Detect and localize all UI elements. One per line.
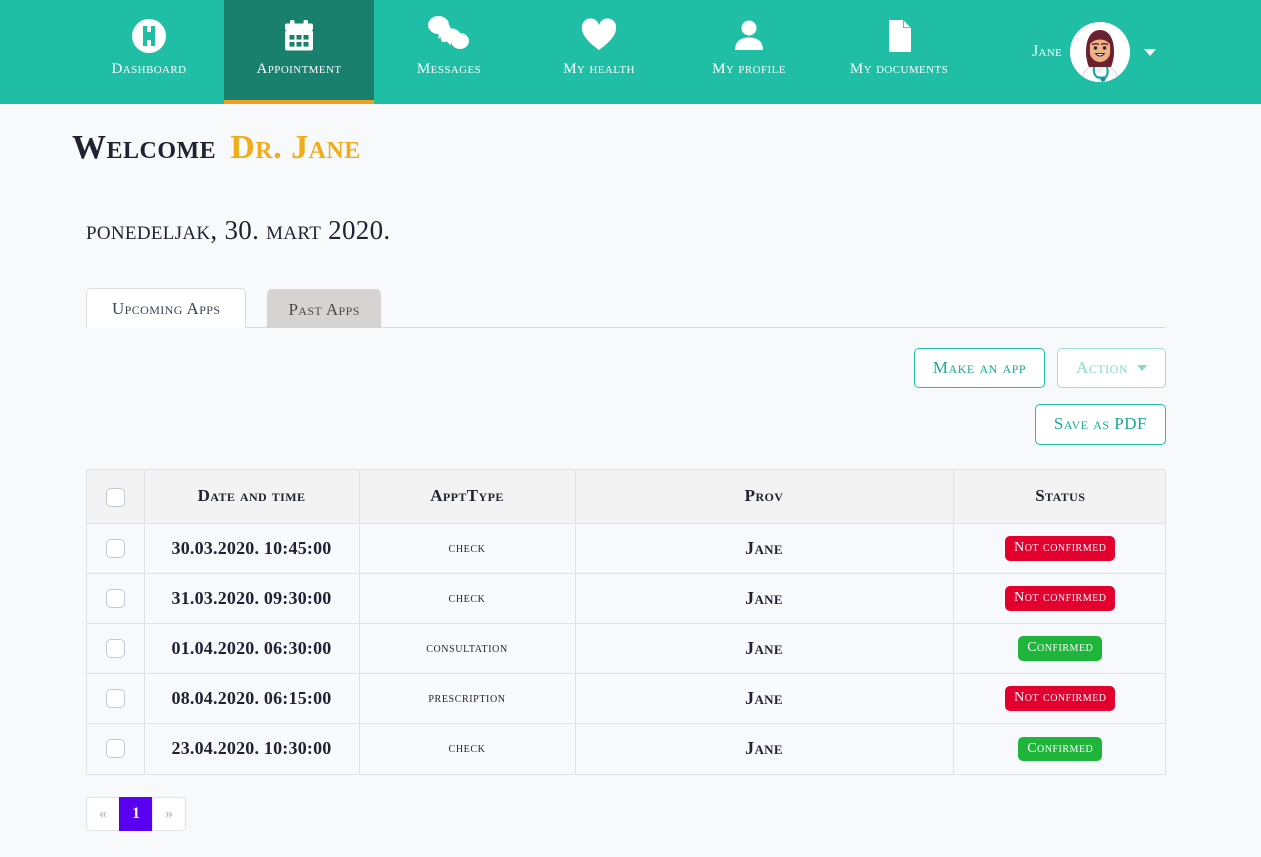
nav-item-appointment[interactable]: Appointment	[224, 0, 374, 104]
table-header: Date and time ApptType Prov Status	[87, 469, 1165, 525]
table-row[interactable]: 08.04.2020. 06:15:00 prescription Jane N…	[87, 673, 1165, 725]
row-select-cell	[87, 573, 145, 625]
cell-status: Confirmed	[953, 723, 1165, 774]
pagination: « 1 »	[86, 796, 1261, 831]
cell-prov: Jane	[575, 573, 954, 625]
nav-label-my-documents: My documents	[849, 61, 949, 77]
heart-icon	[579, 14, 619, 58]
action-dropdown-label: Action	[1076, 357, 1128, 377]
table-row[interactable]: 23.04.2020. 10:30:00 check Jane Confirme…	[87, 723, 1165, 774]
cell-prov: Jane	[575, 523, 954, 575]
appointments-table-container: Date and time ApptType Prov Status 30.03…	[86, 468, 1166, 775]
table-body: 30.03.2020. 10:45:00 check Jane Not conf…	[87, 523, 1165, 774]
toolbar-secondary: Save as PDF	[86, 404, 1166, 445]
select-all-header	[87, 469, 145, 525]
page-content: Welcome Dr. Jane ponedeljak, 30. mart 202…	[0, 104, 1261, 831]
cell-status: Not confirmed	[953, 573, 1165, 625]
tab-upcoming-apps[interactable]: Upcoming Apps	[86, 287, 247, 328]
row-checkbox[interactable]	[105, 639, 125, 659]
action-dropdown-button[interactable]: Action	[1057, 347, 1166, 389]
table-row[interactable]: 30.03.2020. 10:45:00 check Jane Not conf…	[87, 523, 1165, 575]
top-navigation-bar: Dashboard Appointment Messages My health…	[0, 0, 1261, 104]
welcome-text: Welcome	[72, 129, 217, 166]
doctor-name: Dr. Jane	[230, 129, 361, 166]
toolbar-primary: Make an app Action	[86, 347, 1166, 389]
row-checkbox[interactable]	[105, 589, 125, 609]
row-checkbox[interactable]	[105, 689, 125, 709]
table-header-row: Date and time ApptType Prov Status	[87, 469, 1165, 525]
cell-status: Confirmed	[953, 623, 1165, 675]
status-badge: Confirmed	[1018, 736, 1103, 762]
cell-prov: Jane	[575, 623, 954, 675]
cell-prov: Jane	[575, 723, 954, 774]
nav-label-my-profile: My profile	[712, 61, 786, 77]
chevron-down-icon	[1137, 364, 1147, 371]
user-icon	[729, 14, 769, 58]
avatar[interactable]	[1070, 22, 1130, 82]
cell-appttype: check	[359, 723, 576, 774]
appointments-table: Date and time ApptType Prov Status 30.03…	[87, 469, 1165, 774]
save-as-pdf-button[interactable]: Save as PDF	[1034, 404, 1166, 445]
document-icon	[879, 14, 919, 58]
column-header-appttype[interactable]: ApptType	[359, 469, 576, 525]
row-checkbox[interactable]	[105, 739, 125, 759]
tab-past-apps[interactable]: Past Apps	[267, 288, 381, 328]
status-badge: Confirmed	[1018, 636, 1103, 661]
cell-date: 23.04.2020. 10:30:00	[144, 723, 360, 774]
row-select-cell	[87, 523, 145, 575]
cell-appttype: check	[359, 523, 576, 575]
cell-prov: Jane	[575, 673, 954, 725]
row-select-cell	[87, 723, 145, 774]
cell-date: 31.03.2020. 09:30:00	[144, 573, 360, 625]
user-menu[interactable]: Jane	[1032, 0, 1261, 104]
nav-item-my-health[interactable]: My health	[524, 0, 674, 104]
select-all-checkbox[interactable]	[105, 487, 125, 507]
column-header-date-and-time[interactable]: Date and time	[144, 469, 360, 525]
table-row[interactable]: 01.04.2020. 06:30:00 consultation Jane C…	[87, 623, 1165, 675]
nav-label-dashboard: Dashboard	[111, 61, 187, 77]
cell-appttype: prescription	[359, 673, 576, 725]
cell-status: Not confirmed	[953, 523, 1165, 575]
column-header-status[interactable]: Status	[953, 469, 1165, 525]
table-row[interactable]: 31.03.2020. 09:30:00 check Jane Not conf…	[87, 573, 1165, 625]
pagination-next[interactable]: »	[152, 796, 186, 831]
nav-item-dashboard[interactable]: Dashboard	[74, 0, 224, 104]
row-checkbox[interactable]	[105, 539, 125, 559]
page-title: Welcome Dr. Jane	[72, 104, 1261, 169]
status-badge: Not confirmed	[1005, 686, 1116, 711]
status-badge: Not confirmed	[1005, 536, 1116, 561]
cell-date: 01.04.2020. 06:30:00	[144, 623, 360, 675]
nav-label-appointment: Appointment	[256, 61, 342, 77]
chevron-down-icon[interactable]	[1144, 48, 1156, 56]
nav-label-my-health: My health	[563, 61, 635, 77]
column-header-prov[interactable]: Prov	[575, 469, 954, 525]
cell-status: Not confirmed	[953, 673, 1165, 725]
make-an-app-button[interactable]: Make an app	[913, 347, 1046, 389]
row-select-cell	[87, 673, 145, 725]
nav-item-my-profile[interactable]: My profile	[674, 0, 824, 104]
pagination-prev[interactable]: «	[86, 796, 120, 831]
row-select-cell	[87, 623, 145, 675]
chat-icon	[428, 14, 470, 58]
user-name-label: Jane	[1031, 43, 1062, 60]
nav-item-messages[interactable]: Messages	[374, 0, 524, 104]
current-date-label: ponedeljak, 30. mart 2020.	[86, 214, 391, 245]
nav-left-spacer	[0, 0, 74, 104]
nav-item-my-documents[interactable]: My documents	[824, 0, 974, 104]
calendar-icon	[279, 14, 319, 58]
pagination-page-1[interactable]: 1	[119, 796, 153, 831]
cell-date: 30.03.2020. 10:45:00	[144, 523, 360, 575]
cell-date: 08.04.2020. 06:15:00	[144, 673, 360, 725]
hospital-icon	[129, 14, 169, 58]
status-badge: Not confirmed	[1005, 586, 1116, 611]
cell-appttype: check	[359, 573, 576, 625]
nav-label-messages: Messages	[416, 61, 482, 77]
appointment-tabs: Upcoming Apps Past Apps	[86, 287, 1166, 328]
cell-appttype: consultation	[359, 623, 576, 675]
